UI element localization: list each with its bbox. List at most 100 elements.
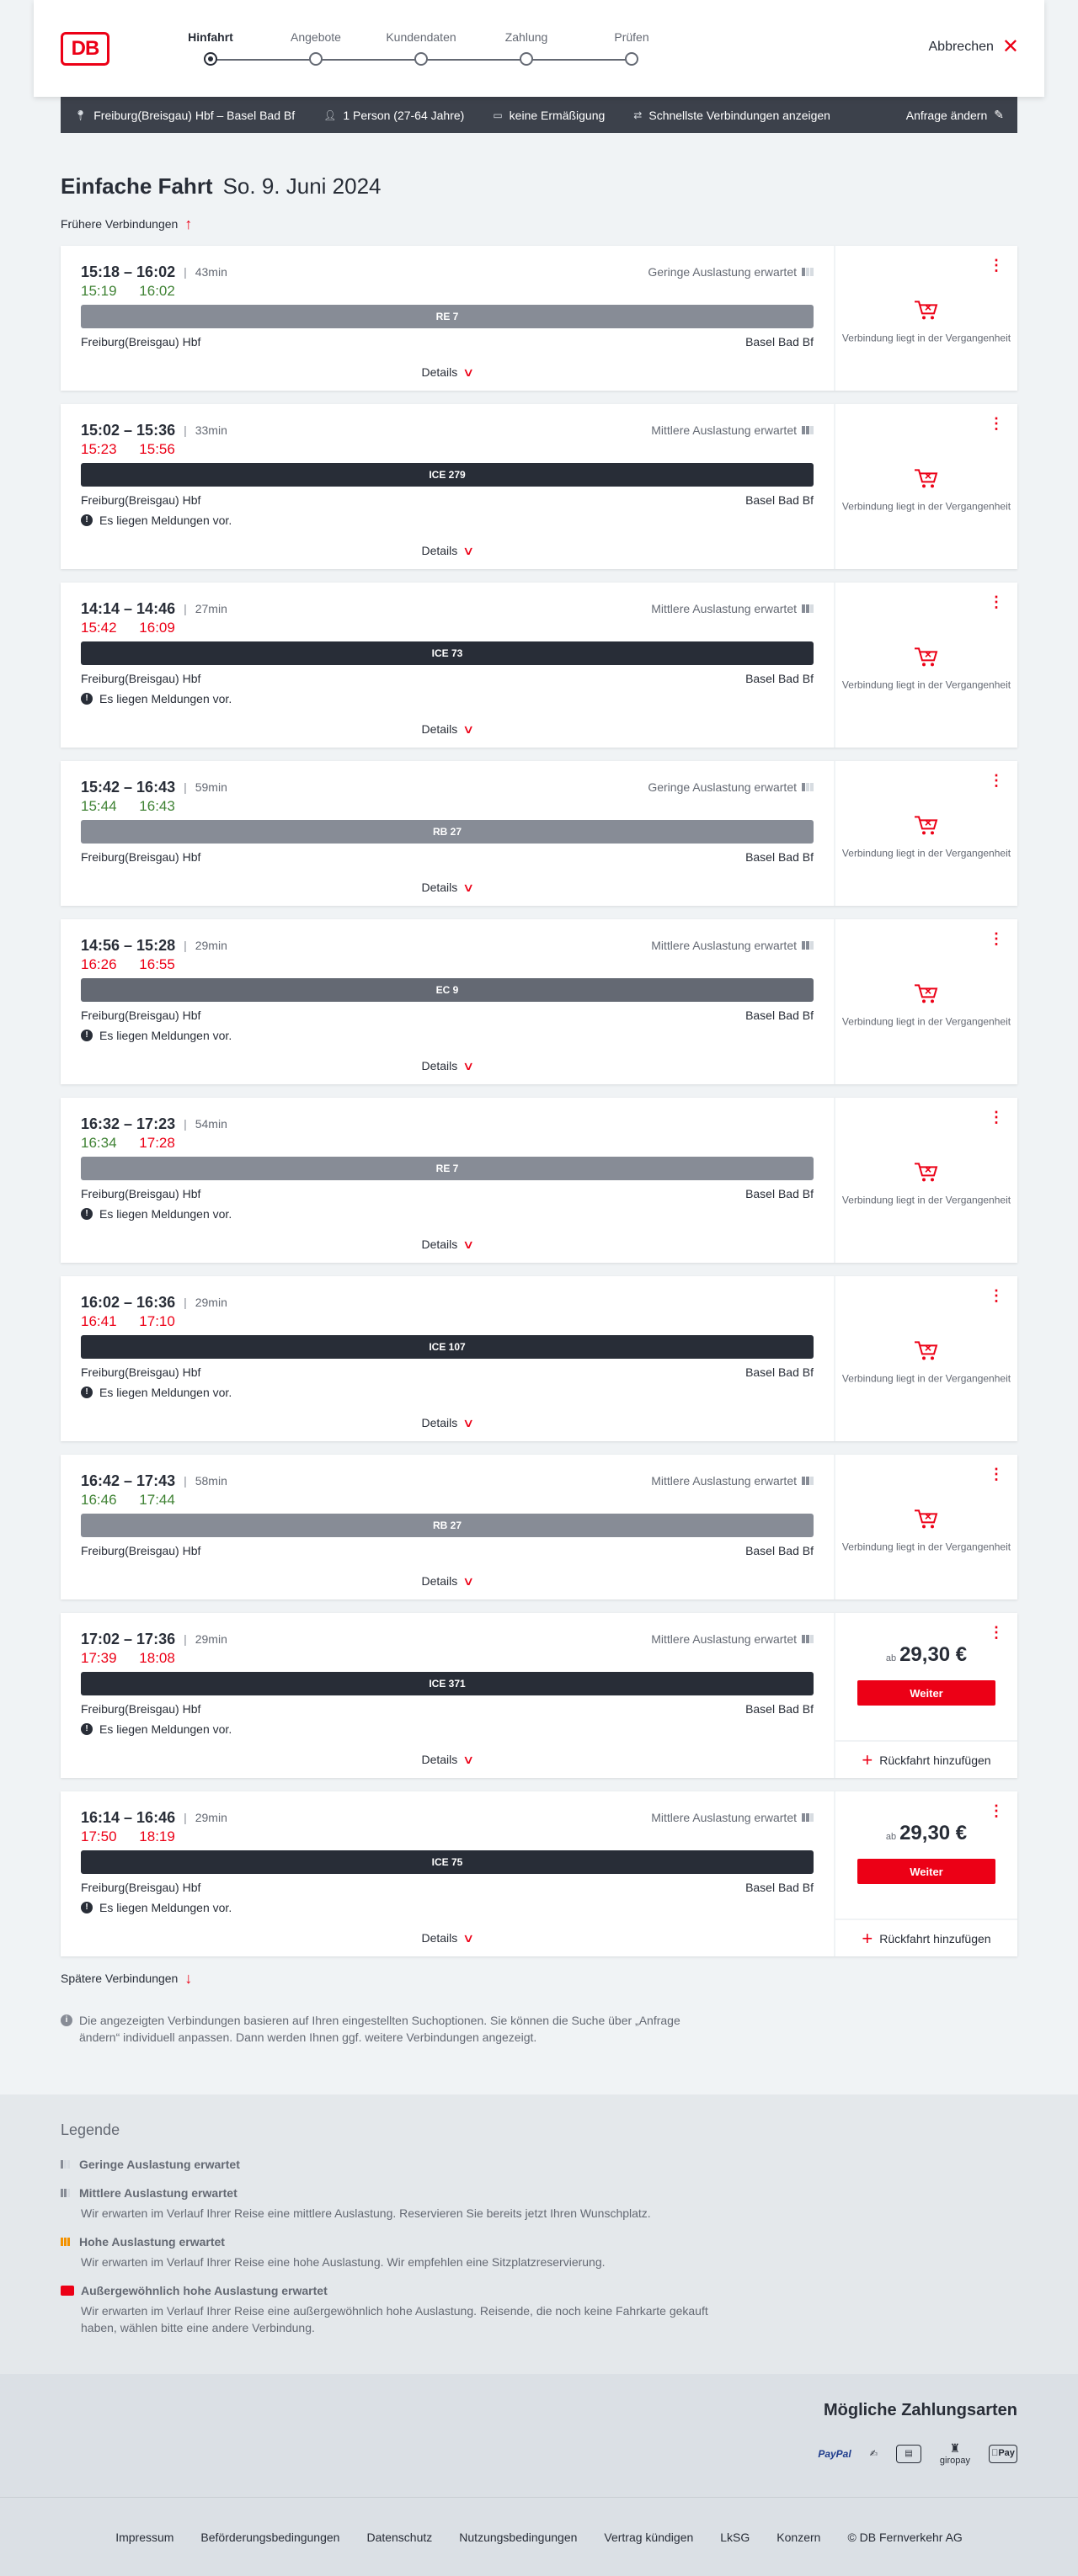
- realtime-departure: 17:50: [81, 1828, 117, 1844]
- realtime-departure: 16:34: [81, 1135, 117, 1151]
- details-label: Details: [421, 1931, 458, 1945]
- stations-row: Freiburg(Breisgau) Hbf Basel Bad Bf: [81, 1879, 814, 1896]
- details-toggle[interactable]: Details ∨: [81, 354, 814, 391]
- arrow-down-icon: ↓: [184, 1969, 193, 1987]
- realtime-row: 15:44 16:43: [81, 798, 814, 818]
- notice-text: Es liegen Meldungen vor.: [99, 1901, 232, 1914]
- arrival-station: Basel Bad Bf: [745, 1365, 814, 1379]
- step-dot-active: [204, 52, 217, 66]
- info-icon: i: [61, 2014, 72, 2026]
- footer-link[interactable]: Beförderungsbedingungen: [200, 2531, 339, 2544]
- details-toggle[interactable]: Details ∨: [81, 1047, 814, 1084]
- price: ab 29,30 €: [835, 1822, 1017, 1845]
- change-request-button[interactable]: Anfrage ändern ✎: [906, 108, 1004, 122]
- exclamation-icon: !: [81, 514, 93, 526]
- chevron-down-icon: ∨: [462, 880, 475, 894]
- schedule-row: 16:32 – 17:23 | 54min: [81, 1115, 814, 1133]
- occupancy-icon: [802, 268, 814, 276]
- footer-link[interactable]: Datenschutz: [366, 2531, 432, 2544]
- arrival-station: Basel Bad Bf: [745, 1009, 814, 1022]
- occupancy-indicator: Mittlere Auslastung erwartet: [651, 1632, 814, 1646]
- connection-details: 16:02 – 16:36 | 29min 16:41 17:10 ICE 10…: [61, 1276, 835, 1441]
- details-label: Details: [421, 365, 458, 379]
- earlier-connections-label: Frühere Verbindungen: [61, 217, 179, 231]
- high-occupancy-icon: [61, 2238, 72, 2246]
- more-options-icon[interactable]: ⋮: [989, 1466, 1004, 1482]
- train-bar: RE 7: [81, 305, 814, 328]
- footer-link[interactable]: Vertrag kündigen: [604, 2531, 693, 2544]
- departure-station: Freiburg(Breisgau) Hbf: [81, 672, 201, 685]
- details-toggle[interactable]: Details ∨: [81, 1562, 814, 1599]
- notice-text: Es liegen Meldungen vor.: [99, 514, 232, 527]
- details-toggle[interactable]: Details ∨: [81, 869, 814, 906]
- schedule-row: 15:42 – 16:43 | 59min Geringe Auslastung…: [81, 778, 814, 796]
- separator: |: [184, 1811, 187, 1824]
- exclamation-icon: !: [81, 693, 93, 705]
- separator: |: [184, 1117, 187, 1131]
- legend-description: Wir erwarten im Verlauf Ihrer Reise eine…: [81, 2206, 651, 2220]
- more-options-icon[interactable]: ⋮: [989, 773, 1004, 788]
- details-toggle[interactable]: Details ∨: [81, 711, 814, 748]
- legend-item-low: Geringe Auslastung erwartet: [61, 2156, 1078, 2173]
- realtime-row: 15:42 16:09: [81, 620, 814, 640]
- continue-button[interactable]: Weiter: [857, 1680, 995, 1706]
- more-options-icon[interactable]: ⋮: [989, 416, 1004, 431]
- more-options-icon[interactable]: ⋮: [989, 931, 1004, 946]
- more-options-icon[interactable]: ⋮: [989, 594, 1004, 609]
- more-options-icon[interactable]: ⋮: [989, 1110, 1004, 1125]
- giropay-icon: ♜ giropay: [939, 2441, 970, 2466]
- shopping-cart-disabled-icon: [912, 1159, 941, 1184]
- duration: 43min: [195, 265, 227, 279]
- occupancy-text: Mittlere Auslastung erwartet: [651, 1474, 797, 1488]
- details-label: Details: [421, 1237, 458, 1251]
- arrival-station: Basel Bad Bf: [745, 672, 814, 685]
- add-return-trip-button[interactable]: + Rückfahrt hinzufügen: [835, 1919, 1017, 1956]
- more-options-icon[interactable]: ⋮: [989, 1625, 1004, 1640]
- train-bar: ICE 371: [81, 1672, 814, 1695]
- details-toggle[interactable]: Details ∨: [81, 1404, 814, 1441]
- scheduled-times: 16:02 – 16:36: [81, 1293, 176, 1311]
- details-toggle[interactable]: Details ∨: [81, 1741, 814, 1778]
- details-toggle[interactable]: Details ∨: [81, 1226, 814, 1263]
- connection-card: 15:18 – 16:02 | 43min Geringe Auslastung…: [61, 246, 1017, 391]
- realtime-departure: 15:23: [81, 441, 117, 457]
- details-toggle[interactable]: Details ∨: [81, 1919, 814, 1956]
- arrival-station: Basel Bad Bf: [745, 1544, 814, 1557]
- details-toggle[interactable]: Details ∨: [81, 532, 814, 569]
- stations-row: Freiburg(Breisgau) Hbf Basel Bad Bf: [81, 1364, 814, 1381]
- duration: 29min: [195, 1296, 227, 1309]
- footer-link[interactable]: LkSG: [720, 2531, 750, 2544]
- step-hinfahrt[interactable]: Hinfahrt: [160, 29, 261, 66]
- earlier-connections-link[interactable]: Frühere Verbindungen ↑: [61, 216, 1078, 232]
- travellers-text: 1 Person (27-64 Jahre): [343, 108, 465, 122]
- train-bar: ICE 73: [81, 641, 814, 665]
- occupancy-icon: [802, 783, 814, 791]
- add-return-trip-button[interactable]: + Rückfahrt hinzufügen: [835, 1740, 1017, 1778]
- more-options-icon[interactable]: ⋮: [989, 258, 1004, 273]
- footer-link[interactable]: Nutzungsbedingungen: [459, 2531, 577, 2544]
- booking-panel: ⋮ Verbindung liegt in der Vergangenheit: [835, 583, 1017, 748]
- schedule-row: 16:42 – 17:43 | 58min Mittlere Auslastun…: [81, 1472, 814, 1490]
- db-logo[interactable]: DB: [61, 32, 109, 66]
- later-connections-link[interactable]: Spätere Verbindungen ↓: [61, 1970, 1078, 1987]
- footer-link[interactable]: Konzern: [776, 2531, 820, 2544]
- realtime-arrival: 15:56: [139, 441, 175, 457]
- past-connection-info: Verbindung liegt in der Vergangenheit: [835, 644, 1017, 691]
- step-label: Prüfen: [614, 30, 649, 44]
- footer-link[interactable]: Impressum: [115, 2531, 173, 2544]
- exclamation-icon: !: [81, 1723, 93, 1735]
- occupancy-text: Mittlere Auslastung erwartet: [651, 602, 797, 615]
- step-dot: [625, 52, 638, 66]
- legend-label: Mittlere Auslastung erwartet: [79, 2186, 237, 2200]
- chevron-down-icon: ∨: [462, 1930, 475, 1945]
- cancel-button[interactable]: Abbrechen ✕: [929, 37, 1020, 57]
- chevron-down-icon: ∨: [462, 721, 475, 736]
- step-dot: [414, 52, 428, 66]
- continue-button[interactable]: Weiter: [857, 1859, 995, 1884]
- more-options-icon[interactable]: ⋮: [989, 1803, 1004, 1818]
- realtime-arrival: 17:44: [139, 1492, 175, 1508]
- more-options-icon[interactable]: ⋮: [989, 1288, 1004, 1303]
- giropay-label: giropay: [939, 2456, 970, 2466]
- realtime-arrival: 16:09: [139, 620, 175, 636]
- exclamation-icon: !: [81, 1902, 93, 1913]
